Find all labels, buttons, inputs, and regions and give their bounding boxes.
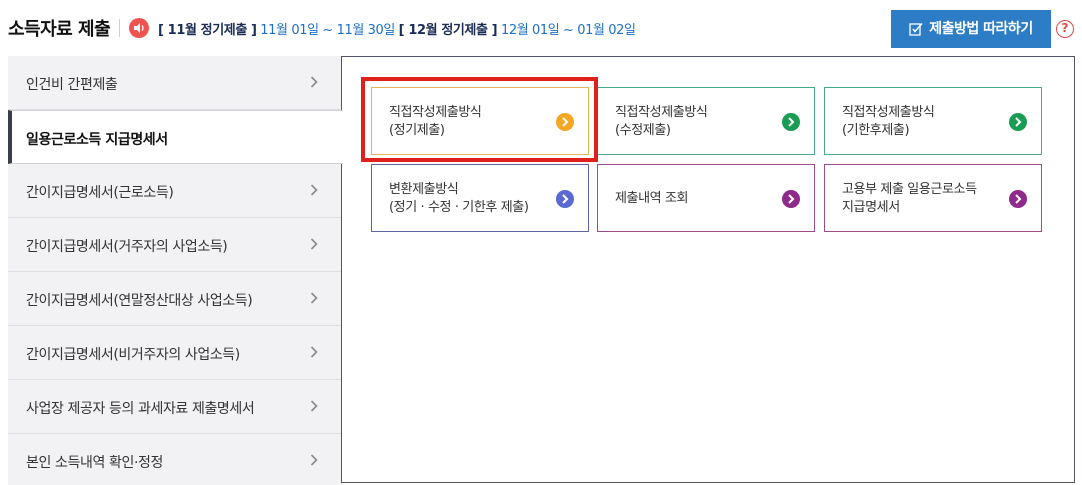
page-title: 소득자료 제출: [8, 19, 111, 40]
sidebar-item-simple-statement-resident-business[interactable]: 간이지급명세서(거주자의 사업소득): [8, 218, 342, 272]
chevron-right-icon: [310, 400, 318, 412]
chevron-right-icon: [1009, 190, 1027, 208]
period2-dates: 12월 01일 ~ 01월 02일: [500, 23, 636, 38]
sidebar-item-business-provider-statement[interactable]: 사업장 제공자 등의 과세자료 제출명세서: [8, 380, 342, 434]
submission-guide-button[interactable]: 제출방법 따라하기: [891, 10, 1051, 48]
card-direct-amended[interactable]: 직접작성제출방식 (수정제출): [597, 87, 815, 155]
chevron-right-icon: [782, 190, 800, 208]
period1-label: [ 11월 정기제출 ]: [158, 23, 257, 38]
sidebar-item-label: 간이지급명세서(연말정산대상 사업소득): [26, 293, 253, 309]
submission-schedule: [ 11월 정기제출 ] 11월 01일 ~ 11월 30일 [ 12월 정기제…: [158, 19, 636, 38]
edit-checkbox-icon: [909, 22, 923, 40]
title-divider: [119, 19, 120, 37]
chevron-right-icon: [310, 76, 318, 88]
card-label: 변환제출방식 (정기 · 수정 · 기한후 제출): [389, 182, 529, 215]
sidebar-item-label: 본인 소득내역 확인·정정: [26, 455, 163, 471]
sidebar-item-simple-statement-earned[interactable]: 간이지급명세서(근로소득): [8, 164, 342, 218]
card-label: 제출내역 조회: [615, 191, 689, 206]
card-direct-late[interactable]: 직접작성제출방식 (기한후제출): [824, 87, 1042, 155]
period2-label: [ 12월 정기제출 ]: [398, 23, 498, 38]
help-icon[interactable]: ?: [1056, 20, 1074, 38]
card-converted-submission[interactable]: 변환제출방식 (정기 · 수정 · 기한후 제출): [371, 164, 589, 232]
sidebar-item-label: 일용근로소득 지급명세서: [26, 132, 168, 148]
chevron-right-icon: [556, 190, 574, 208]
chevron-right-icon: [310, 238, 318, 250]
chevron-right-icon: [310, 346, 318, 358]
sidebar-item-label: 간이지급명세서(비거주자의 사업소득): [26, 347, 240, 363]
page-header: 소득자료 제출 [ 11월 정기제출 ] 11월 01일 ~ 11월 30일 […: [0, 0, 1082, 56]
card-label: 고용부 제출 일용근로소득 지급명세서: [842, 182, 977, 215]
sidebar-item-my-income-check[interactable]: 본인 소득내역 확인·정정: [8, 434, 342, 485]
highlight-box: [361, 77, 598, 162]
sidebar-item-labor-cost-simple[interactable]: 인건비 간편제출: [8, 56, 342, 110]
guide-button-label: 제출방법 따라하기: [929, 21, 1033, 37]
chevron-right-icon: [310, 184, 318, 196]
chevron-right-icon: [782, 113, 800, 131]
sidebar-item-daily-wage-statement[interactable]: 일용근로소득 지급명세서: [8, 110, 343, 164]
card-labor-ministry-statement[interactable]: 고용부 제출 일용근로소득 지급명세서: [824, 164, 1042, 232]
card-submission-history[interactable]: 제출내역 조회: [597, 164, 815, 232]
sidebar-item-simple-statement-year-end[interactable]: 간이지급명세서(연말정산대상 사업소득): [8, 272, 342, 326]
chevron-right-icon: [1009, 113, 1027, 131]
chevron-right-icon: [310, 292, 318, 304]
sidebar-item-label: 인건비 간편제출: [26, 77, 118, 93]
sidebar-item-simple-statement-nonresident[interactable]: 간이지급명세서(비거주자의 사업소득): [8, 326, 342, 380]
sidebar-menu: 인건비 간편제출 일용근로소득 지급명세서 간이지급명세서(근로소득) 간이지급…: [8, 56, 343, 485]
speaker-icon: [129, 18, 149, 38]
sidebar-item-label: 간이지급명세서(거주자의 사업소득): [26, 239, 228, 255]
sidebar-item-label: 간이지급명세서(근로소득): [26, 185, 174, 201]
card-label: 직접작성제출방식 (수정제출): [615, 105, 708, 138]
sidebar-item-label: 사업장 제공자 등의 과세자료 제출명세서: [26, 401, 255, 417]
chevron-right-icon: [310, 454, 318, 466]
card-label: 직접작성제출방식 (기한후제출): [842, 105, 935, 138]
period1-dates: 11월 01일 ~ 11월 30일: [260, 23, 395, 38]
